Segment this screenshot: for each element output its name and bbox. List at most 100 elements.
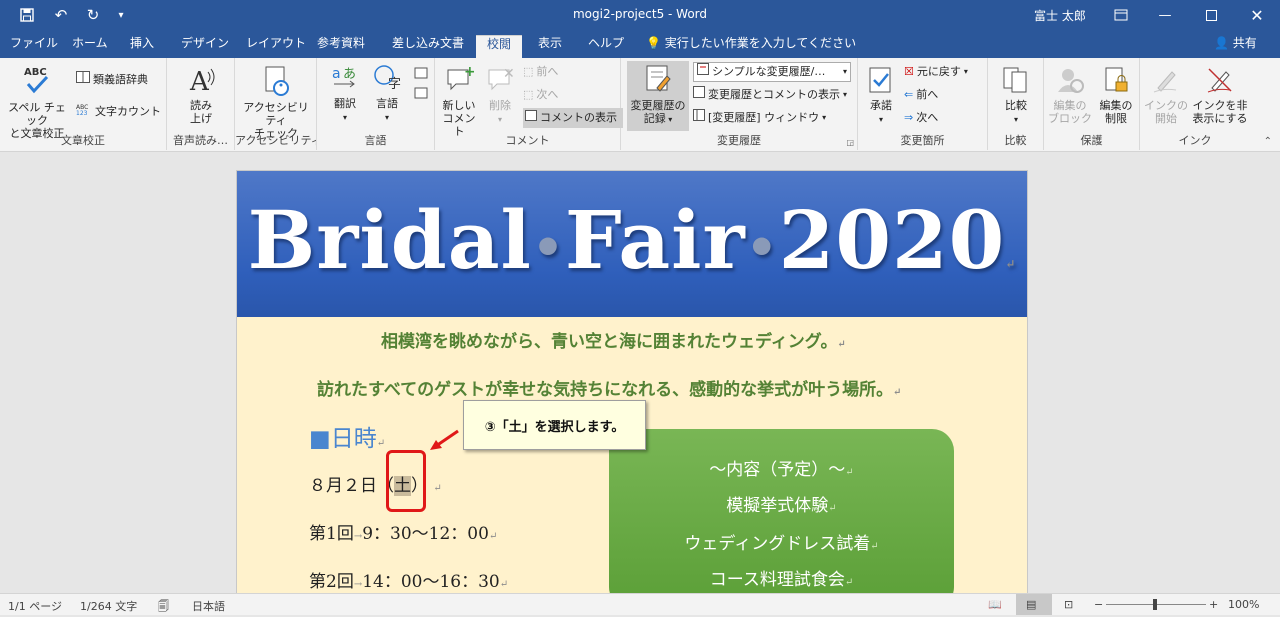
svg-text:あ: あ <box>343 67 356 82</box>
zoom-level[interactable]: 100% <box>1228 598 1259 611</box>
paragraph-mark: ↵ <box>828 503 837 514</box>
svg-text:123: 123 <box>76 110 88 116</box>
web-layout-icon[interactable]: ⊡ <box>1064 598 1073 611</box>
tab-help[interactable]: ヘルプ <box>584 35 628 58</box>
thesaurus-button[interactable]: 類義語辞典 <box>76 70 148 90</box>
tab-mailings[interactable]: 差し込み文書 <box>388 35 468 58</box>
intro-line-2[interactable]: 訪れたすべてのゲストが幸せな気持ちになれる、感動的な挙式が叶う場所。↵ <box>317 375 902 400</box>
restrict-editing-label: 編集の 制限 <box>1099 99 1133 125</box>
group-comments: + 新しい コメント ✕ 削除 ▾ ⬚ 前へ ⬚ 次へ コメントの表示 コメント <box>435 58 623 150</box>
delete-comment-button[interactable]: ✕ 削除 ▾ <box>481 64 519 126</box>
tab-review[interactable]: 校閲 <box>476 35 522 58</box>
accessibility-check-button[interactable]: アクセシビリティ チェック <box>239 66 313 140</box>
zoom-slider-thumb[interactable] <box>1153 599 1157 610</box>
next-comment-icon: ⬚ <box>523 88 534 101</box>
block-authors-button[interactable]: 編集の ブロック <box>1048 66 1092 125</box>
group-label-protect: 保護 <box>1080 134 1103 147</box>
maximize-icon[interactable] <box>1188 0 1234 30</box>
tab-references[interactable]: 参考資料 <box>313 35 369 58</box>
content-shape[interactable]: 〜内容（予定）〜↵ 模擬挙式体験↵ ウェディングドレス試着↵ コース料理試食会↵ <box>609 429 954 593</box>
block-authors-icon <box>1048 66 1092 97</box>
banner: Bridal•Fair•2020↵ <box>237 171 1027 317</box>
user-name[interactable]: 富士 太郎 <box>1034 7 1086 24</box>
track-changes-icon <box>627 64 689 97</box>
word-count[interactable]: 1/264 文字 <box>80 598 137 614</box>
thesaurus-label: 類義語辞典 <box>93 73 148 86</box>
print-layout-glyph: ▤ <box>1026 598 1037 611</box>
proofing-status-icon[interactable]: 🗐 <box>158 598 169 617</box>
share-button[interactable]: 👤 共有 <box>1210 35 1261 58</box>
compare-button[interactable]: 比較 ▾ <box>996 66 1036 126</box>
dialog-launcher-icon[interactable]: ◲ <box>846 138 854 147</box>
accept-label: 承諾 <box>870 99 892 112</box>
select-chevron-down-icon: ▾ <box>842 67 847 76</box>
prev-comment-button[interactable]: ⬚ 前へ <box>523 62 558 82</box>
tab-insert[interactable]: 挿入 <box>126 35 158 58</box>
next-comment-button[interactable]: ⬚ 次へ <box>523 85 558 105</box>
display-for-review-select[interactable]: シンプルな変更履歴/… ▾ <box>693 62 851 82</box>
close-icon[interactable]: ✕ <box>1234 0 1280 30</box>
tell-me-box[interactable]: 💡 実行したい作業を入力してください <box>642 35 860 58</box>
datetime-heading[interactable]: ■日時↵ <box>309 419 385 453</box>
track-changes-button[interactable]: 変更履歴の 記録 ▾ <box>627 61 689 131</box>
show-comments-button[interactable]: コメントの表示 <box>523 108 623 128</box>
session-2-line[interactable]: 第2回→14：00〜16：30↵ <box>309 567 508 592</box>
document-area[interactable]: Bridal•Fair•2020↵ 相模湾を眺めながら、青い空と海に囲まれたウェ… <box>0 152 1280 593</box>
hide-ink-button[interactable]: インクを非 表示にする <box>1192 66 1248 125</box>
read-mode-icon[interactable]: 📖 <box>988 598 1002 611</box>
prev-comment-icon: ⬚ <box>523 65 534 78</box>
word-count-button[interactable]: ABC 123 文字カウント <box>76 102 161 122</box>
spell-check-button[interactable]: ABC スペル チェック と文章校正 <box>4 64 70 140</box>
reject-button[interactable]: ☒ 元に戻す ▾ <box>904 62 968 82</box>
intro-line-1-text: 相模湾を眺めながら、青い空と海に囲まれたウェディング。 <box>381 332 838 352</box>
language-status[interactable]: 日本語 <box>192 598 225 614</box>
session-1-line[interactable]: 第1回→9：30〜12：00↵ <box>309 519 497 544</box>
language-button[interactable]: 字 言語 ▾ <box>367 64 407 124</box>
group-proofing: ABC スペル チェック と文章校正 類義語辞典 ABC 123 文字カウント 文… <box>0 58 167 150</box>
show-comments-label: コメントの表示 <box>540 111 617 124</box>
show-markup-button[interactable]: 変更履歴とコメントの表示 ▾ <box>693 85 847 105</box>
reject-dropdown-icon: ▾ <box>963 67 968 76</box>
tab-view[interactable]: 表示 <box>534 35 566 58</box>
paragraph-mark: ↵ <box>1005 257 1017 271</box>
next-change-button[interactable]: ⇒ 次へ <box>904 108 938 128</box>
accept-button[interactable]: 承諾 ▾ <box>864 66 898 126</box>
zoom-out-icon[interactable]: − <box>1094 598 1103 611</box>
show-markup-dropdown-icon: ▾ <box>843 90 848 99</box>
paragraph-mark: ↵ <box>845 467 854 478</box>
ribbon-display-icon[interactable] <box>1098 0 1144 30</box>
status-bar: 1/1 ページ 1/264 文字 🗐 日本語 📖 ▤ ⊡ − + 100% <box>0 593 1280 615</box>
collapse-ribbon-icon[interactable]: ⌃ <box>1264 136 1272 147</box>
content-title-text: 〜内容（予定）〜 <box>709 460 846 480</box>
document-page[interactable]: Bridal•Fair•2020↵ 相模湾を眺めながら、青い空と海に囲まれたウェ… <box>236 170 1028 593</box>
tab-design[interactable]: デザイン <box>177 35 233 58</box>
instruction-callout: ③「土」を選択します。 <box>463 400 646 450</box>
tab-layout[interactable]: レイアウト <box>242 35 310 58</box>
minimize-icon[interactable]: — <box>1142 0 1188 30</box>
reviewing-pane-button[interactable]: [変更履歴] ウィンドウ ▾ <box>693 108 826 128</box>
group-label-changes: 変更箇所 <box>900 134 945 147</box>
new-comment-button[interactable]: + 新しい コメント <box>439 64 479 138</box>
group-label-language: 言語 <box>364 134 387 147</box>
intro-line-1[interactable]: 相模湾を眺めながら、青い空と海に囲まれたウェディング。↵ <box>381 327 846 352</box>
zoom-in-icon[interactable]: + <box>1209 598 1218 611</box>
language-tools-icon[interactable] <box>411 66 431 105</box>
tab-file[interactable]: ファイル <box>6 35 62 58</box>
delete-comment-label: 削除 <box>489 99 511 112</box>
page-count[interactable]: 1/1 ページ <box>8 598 62 614</box>
group-speech: A 読み 上げ 音声読み… <box>167 58 235 150</box>
paragraph-mark: ↵ <box>893 387 902 398</box>
restrict-editing-button[interactable]: 編集の 制限 <box>1094 66 1138 125</box>
new-comment-icon: + <box>439 64 479 97</box>
thesaurus-icon <box>76 70 90 90</box>
prev-change-button[interactable]: ⇐ 前へ <box>904 85 938 105</box>
delete-comment-icon: ✕ <box>481 64 519 97</box>
content-item-3: コース料理試食会↵ <box>609 565 954 590</box>
group-language: aあ 翻訳 ▾ 字 言語 ▾ 言語 <box>317 58 435 150</box>
tab-home[interactable]: ホーム <box>68 35 112 58</box>
reject-icon: ☒ <box>904 65 914 78</box>
translate-icon: aあ <box>325 64 365 95</box>
start-inking-button[interactable]: インクの 開始 <box>1144 66 1188 125</box>
read-aloud-button[interactable]: A 読み 上げ <box>179 66 223 125</box>
translate-button[interactable]: aあ 翻訳 ▾ <box>325 64 365 124</box>
